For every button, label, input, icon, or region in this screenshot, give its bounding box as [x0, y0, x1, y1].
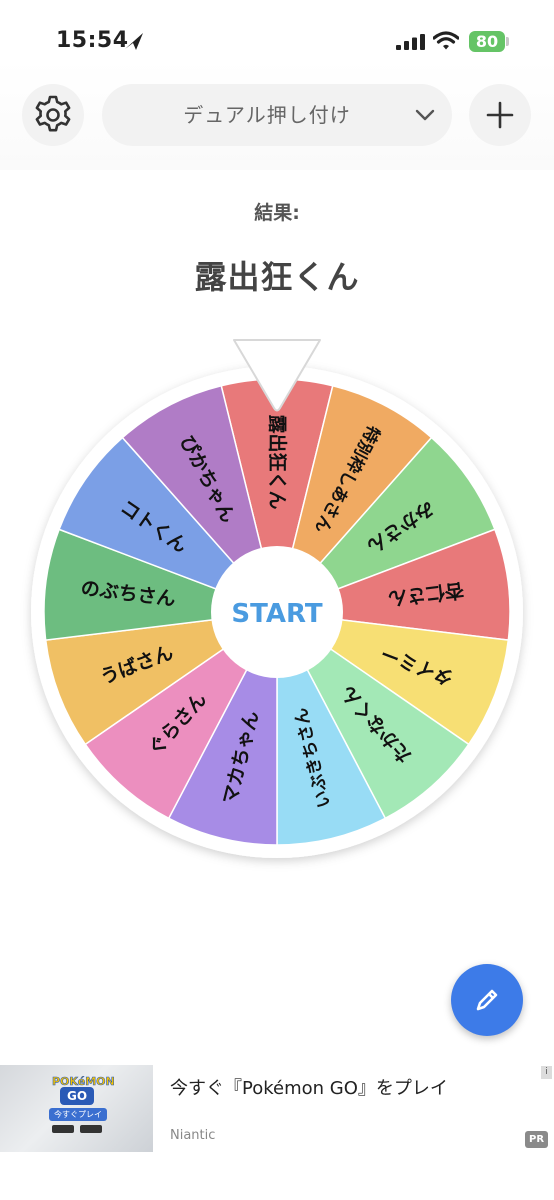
start-button[interactable]: START — [231, 599, 322, 629]
ad-title[interactable]: 今すぐ『Pokémon GO』をプレイ — [170, 1074, 448, 1100]
add-wheel-button[interactable] — [469, 84, 531, 146]
wheel-selector-label: デュアル押し付け — [183, 103, 351, 127]
battery-indicator: 80 — [469, 31, 505, 52]
wheel-segment-label: 露出狂くん — [266, 414, 289, 509]
plus-icon — [486, 101, 514, 129]
ad-info-icon[interactable]: i — [541, 1066, 552, 1079]
pencil-icon — [476, 989, 498, 1011]
chevron-down-icon — [415, 109, 435, 121]
gear-icon — [35, 95, 71, 132]
edit-button[interactable] — [451, 964, 523, 1036]
ad-advertiser: Niantic — [170, 1128, 216, 1143]
battery-cap — [506, 37, 509, 46]
ad-logo-go: GO — [60, 1087, 94, 1105]
location-arrow-icon — [125, 33, 143, 50]
settings-button[interactable] — [22, 84, 84, 146]
app-store-badge-icon — [52, 1125, 74, 1133]
ad-pr-badge: PR — [525, 1131, 548, 1148]
status-time: 15:54 — [56, 28, 129, 53]
result-value: 露出狂くん — [194, 258, 360, 296]
google-play-badge-icon — [80, 1125, 102, 1133]
result-label: 結果: — [254, 202, 300, 224]
wifi-icon — [433, 31, 459, 50]
ad-thumbnail[interactable]: POKéMON GO 今すぐプレイ — [0, 1065, 153, 1152]
cellular-signal-icon — [396, 34, 425, 50]
ad-thumb-play-button: 今すぐプレイ — [49, 1108, 107, 1121]
wheel-selector-dropdown[interactable]: デュアル押し付け — [102, 84, 452, 146]
